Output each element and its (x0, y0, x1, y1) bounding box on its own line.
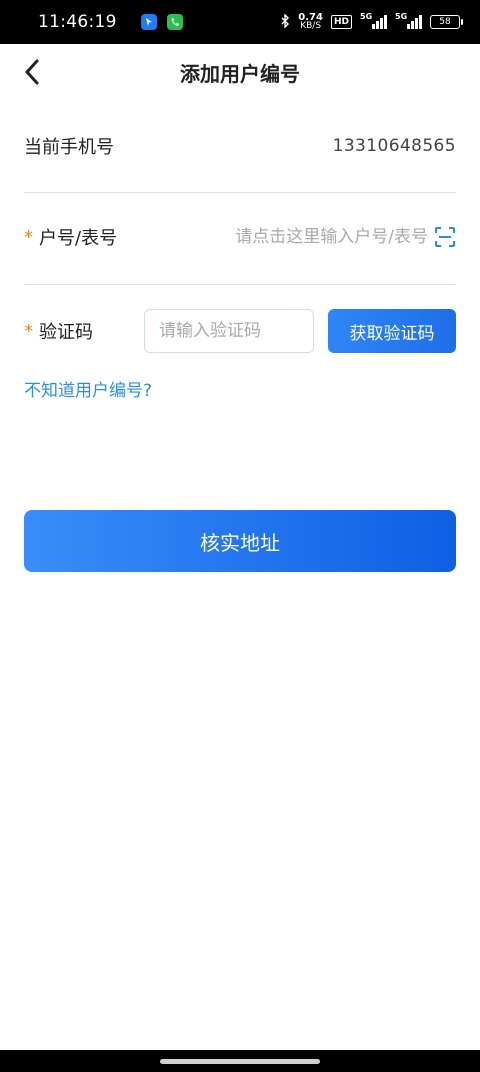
divider (24, 284, 456, 285)
hd-badge: HD (330, 15, 352, 29)
status-bar: 11:46:19 0.74 KB/S HD 5G 5G 58 (0, 0, 480, 44)
status-time: 11:46:19 (38, 12, 117, 32)
gesture-bar (0, 1050, 480, 1072)
unknown-user-number-link[interactable]: 不知道用户编号? (24, 376, 152, 401)
verification-code-input[interactable] (144, 309, 314, 353)
signal-icon: 5G (360, 12, 387, 29)
account-row: * 户号/表号 (24, 212, 456, 262)
signal-icon-2: 5G (395, 12, 422, 29)
scan-icon[interactable] (434, 226, 456, 248)
network-speed: 0.74 KB/S (298, 13, 323, 31)
status-left: 11:46:19 (38, 12, 183, 32)
verification-code-row: * 验证码 获取验证码 (24, 306, 456, 356)
divider (24, 192, 456, 193)
required-mark: * (24, 226, 33, 248)
nav-bar: 添加用户编号 (0, 44, 480, 100)
back-button[interactable] (18, 58, 46, 86)
verify-address-button[interactable]: 核实地址 (24, 510, 456, 572)
page-title: 添加用户编号 (180, 61, 300, 86)
signal-1-label: 5G (360, 12, 373, 21)
current-phone-value: 13310648565 (332, 136, 456, 156)
battery-level: 58 (439, 17, 451, 27)
required-mark: * (24, 320, 33, 342)
location-app-icon (140, 14, 157, 30)
phone-app-icon (166, 14, 183, 30)
status-right: 0.74 KB/S HD 5G 5G 58 (280, 12, 463, 31)
account-label-group: * 户号/表号 (24, 224, 117, 250)
account-input[interactable] (213, 227, 428, 247)
battery-icon: 58 (430, 15, 463, 29)
screen: 11:46:19 0.74 KB/S HD 5G 5G 58 添加用户编号 当前… (0, 0, 480, 1072)
account-input-group (213, 226, 456, 248)
signal-2-label: 5G (395, 12, 408, 21)
current-phone-row: 当前手机号 13310648565 (24, 122, 456, 170)
account-label: 户号/表号 (39, 228, 118, 249)
code-label: 验证码 (39, 322, 93, 343)
network-speed-unit: KB/S (300, 21, 322, 31)
get-code-button[interactable]: 获取验证码 (328, 309, 456, 353)
current-phone-label: 当前手机号 (24, 137, 114, 158)
home-indicator[interactable] (160, 1058, 320, 1064)
code-label-group: * 验证码 (24, 318, 144, 344)
chevron-left-icon (25, 59, 39, 85)
bluetooth-icon (280, 12, 290, 31)
